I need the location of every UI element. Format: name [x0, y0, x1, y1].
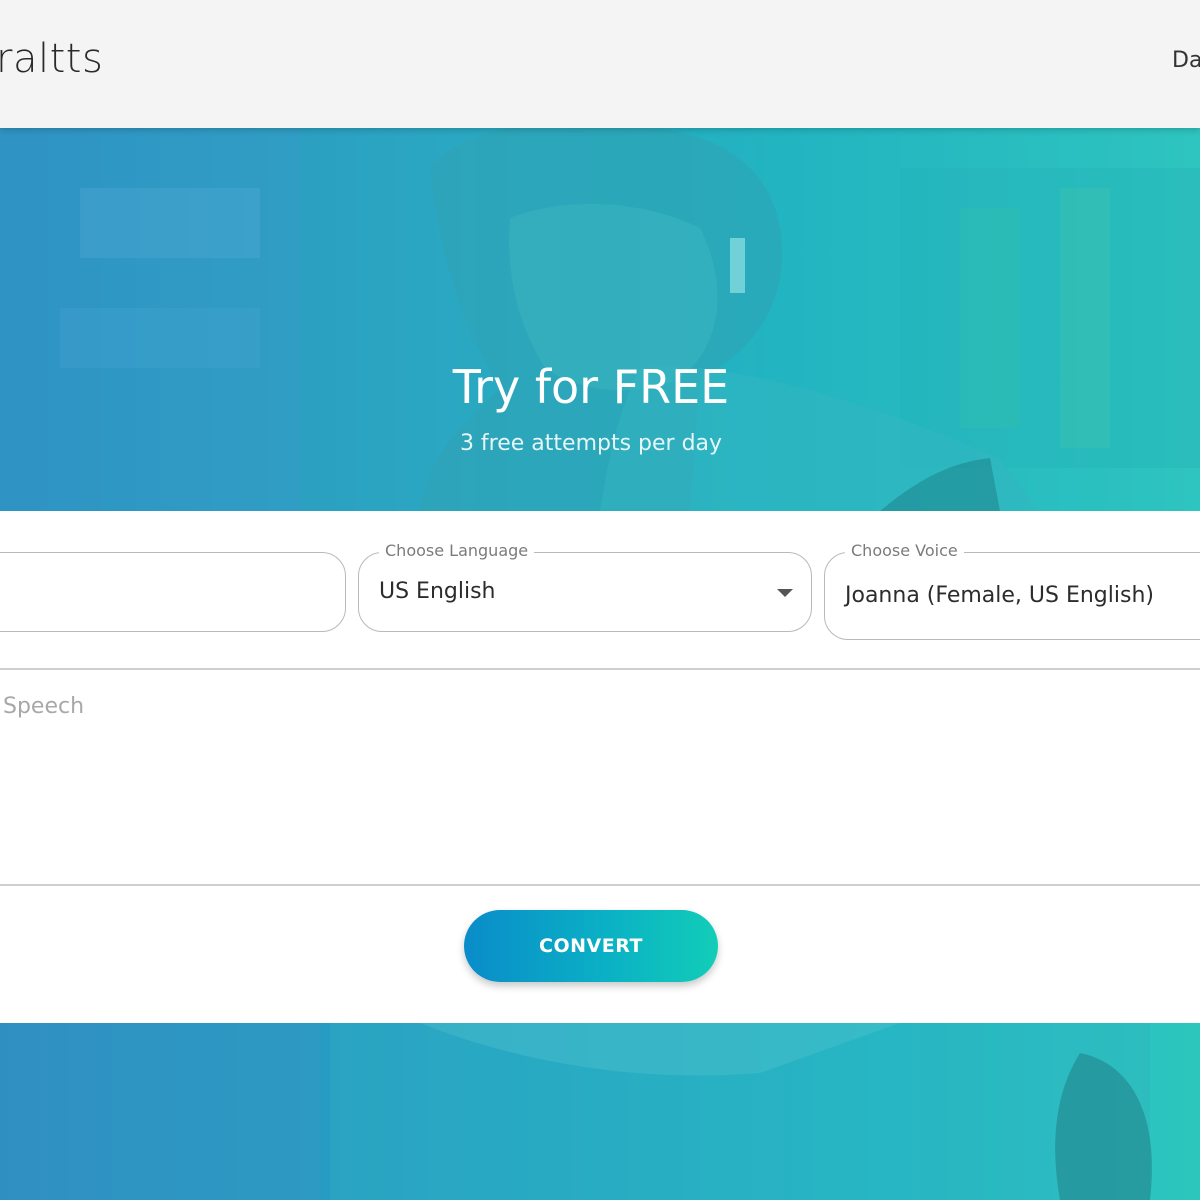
page: raltts Da Try for FREE 3 free attempts p…: [0, 0, 1200, 1200]
first-field-input[interactable]: [0, 552, 346, 632]
hero-banner: Try for FREE 3 free attempts per day: [0, 128, 1200, 511]
convert-button[interactable]: CONVERT: [464, 910, 718, 982]
voice-select-label: Choose Voice: [845, 541, 964, 560]
top-navbar: raltts Da: [0, 0, 1200, 128]
language-select-label: Choose Language: [379, 541, 535, 560]
hero-title: Try for FREE: [452, 360, 730, 414]
hero-subtitle: 3 free attempts per day: [459, 431, 723, 456]
bottom-background-image: [0, 1023, 1152, 1200]
tts-form: Choose Language US English Choose Voice …: [0, 511, 1200, 1023]
voice-select[interactable]: Choose Voice Joanna (Female, US English): [824, 541, 1200, 640]
text-input-container: [0, 668, 1200, 886]
nav-link-dashboard[interactable]: Da: [1172, 48, 1200, 73]
site-logo[interactable]: raltts: [0, 36, 103, 82]
voice-select-value: Joanna (Female, US English): [845, 583, 1154, 608]
language-select[interactable]: Choose Language US English: [358, 541, 812, 632]
language-select-value: US English: [379, 579, 496, 604]
bottom-hero-band: [0, 1023, 1200, 1200]
chevron-down-icon[interactable]: [777, 589, 793, 597]
text-to-speech-textarea[interactable]: [0, 670, 1200, 884]
